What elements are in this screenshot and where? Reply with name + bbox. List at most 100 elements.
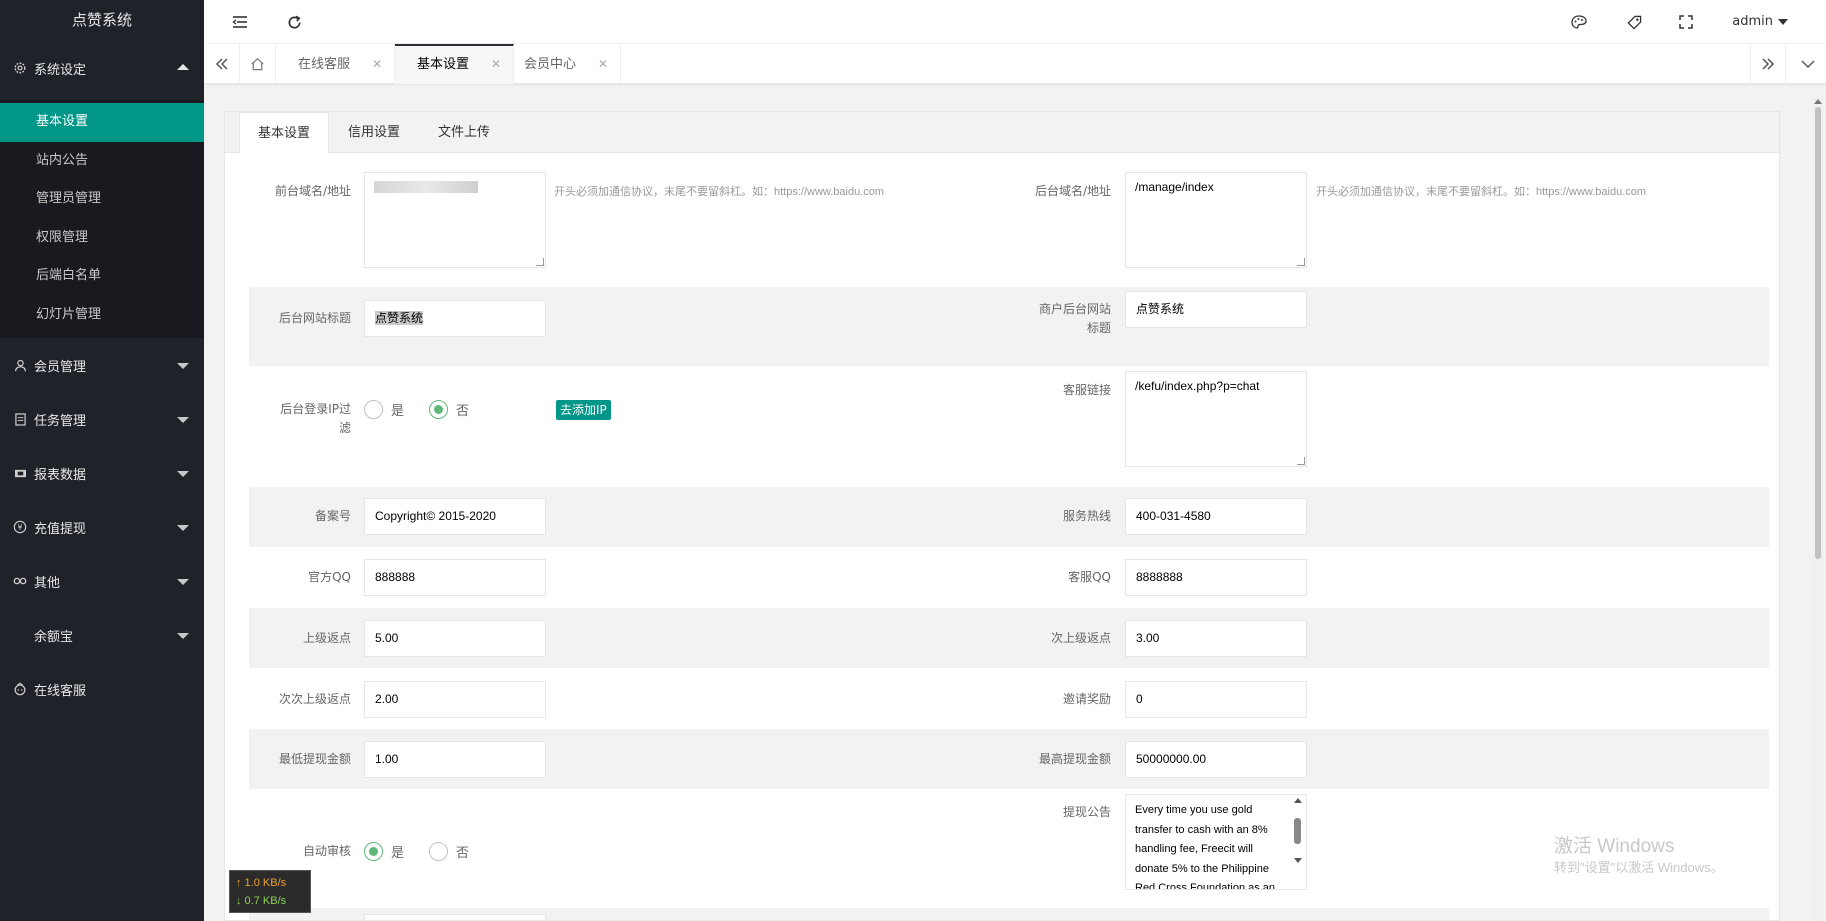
resize-grip-icon (1297, 258, 1305, 266)
kefu-qq-value: 8888888 (1136, 570, 1183, 584)
fullscreen-icon[interactable] (1666, 0, 1706, 44)
form-row-icp: 备案号 Copyright© 2015-2020 服务热线 400-031-45… (249, 487, 1769, 547)
sidebar-item-whitelist[interactable]: 后端白名单 (0, 257, 204, 296)
front-domain-field[interactable] (364, 172, 546, 268)
user-icon (12, 357, 28, 373)
tab-basic-settings[interactable]: 基本设置 ✕ (395, 44, 515, 84)
sidebar-group-yuebao[interactable]: 余额宝 (0, 608, 204, 662)
chevron-down-icon (177, 471, 189, 477)
sidebar-item-announcements[interactable]: 站内公告 (0, 142, 204, 181)
sidebar-group-members[interactable]: 会员管理 (0, 338, 204, 392)
sidebar-group-reports[interactable]: 报表数据 (0, 446, 204, 500)
merchant-site-title-label: 商户后台网站 标题 (1011, 300, 1111, 338)
form-row-auto-review: 自动审核 是 否 提现公告 Every time you use gold tr… (249, 789, 1769, 903)
blurred-value (374, 181, 478, 193)
invite-reward-value: 0 (1136, 692, 1143, 706)
sidebar-item-admin-management[interactable]: 管理员管理 (0, 180, 204, 219)
ip-filter-no-radio[interactable]: 否 (429, 400, 469, 419)
rebate-1-input[interactable]: 5.00 (364, 620, 546, 657)
rebate-2-input[interactable]: 3.00 (1125, 620, 1307, 657)
refresh-icon[interactable] (274, 0, 314, 44)
tabs-scroll-right-icon[interactable] (1750, 44, 1786, 84)
radio-label: 否 (456, 846, 470, 861)
tab-label: 会员中心 (524, 57, 577, 72)
close-icon[interactable]: ✕ (372, 57, 382, 71)
resize-grip-icon (1297, 457, 1305, 465)
sidebar-group-online-service[interactable]: 在线客服 (0, 662, 204, 716)
sidebar-toggle-icon[interactable] (220, 0, 260, 44)
sidebar-group-label: 其他 (34, 575, 61, 591)
radio-circle (429, 400, 448, 419)
form-tab-upload[interactable]: 文件上传 (419, 112, 509, 153)
scroll-down-icon[interactable] (1294, 858, 1302, 863)
form-tab-basic[interactable]: 基本设置 (239, 112, 329, 154)
sidebar-item-permissions[interactable]: 权限管理 (0, 219, 204, 258)
scroll-up-icon[interactable] (1814, 99, 1822, 104)
tab-label: 在线客服 (298, 57, 351, 72)
rebate-3-label: 次次上级返点 (278, 692, 351, 706)
front-domain-label: 前台域名/地址 (274, 184, 351, 198)
tab-online-service[interactable]: 在线客服 ✕ (276, 44, 396, 84)
close-icon[interactable]: ✕ (598, 57, 608, 71)
sidebar-item-slides[interactable]: 幻灯片管理 (0, 296, 204, 335)
tag-icon[interactable] (1614, 0, 1654, 44)
svg-text:¥: ¥ (17, 523, 22, 532)
windows-activation-watermark: 激活 Windows 转到"设置"以激活 Windows。 (1554, 836, 1724, 878)
sidebar-item-basic-settings[interactable]: 基本设置 (0, 103, 204, 142)
scroll-thumb[interactable] (1294, 818, 1301, 844)
user-menu[interactable]: admin (1732, 0, 1788, 44)
radio-label: 是 (391, 846, 405, 861)
top-header: admin (204, 0, 1826, 44)
chevron-up-icon (177, 64, 189, 70)
service-hotline-label: 服务热线 (1062, 509, 1111, 523)
sidebar-group-other[interactable]: 其他 (0, 554, 204, 608)
scroll-up-icon[interactable] (1294, 798, 1302, 803)
admin-domain-value: /manage/index (1135, 180, 1214, 194)
service-hotline-input[interactable]: 400-031-4580 (1125, 498, 1307, 535)
kefu-qq-input[interactable]: 8888888 (1125, 559, 1307, 596)
rebate-3-input[interactable]: 2.00 (364, 681, 546, 718)
front-domain-hint: 开头必须加通信协议，末尾不要留斜杠。如：https://www.baidu.co… (554, 186, 885, 198)
report-icon (12, 465, 28, 481)
sidebar-group-label: 在线客服 (34, 683, 87, 699)
icp-label: 备案号 (314, 509, 351, 523)
official-qq-input[interactable]: 888888 (364, 559, 546, 596)
auto-review-yes-radio[interactable]: 是 (364, 842, 404, 861)
rebate-2-value: 3.00 (1136, 631, 1160, 645)
yen-icon: ¥ (12, 519, 28, 535)
home-icon[interactable] (240, 44, 276, 84)
next-input[interactable] (364, 914, 546, 920)
auto-review-no-radio[interactable]: 否 (429, 842, 469, 861)
admin-site-title-label: 后台网站标题 (278, 311, 351, 325)
sidebar-group-label: 系统设定 (34, 62, 87, 78)
tabs-scroll-left-icon[interactable] (204, 44, 240, 84)
max-withdraw-input[interactable]: 50000000.00 (1125, 741, 1307, 778)
admin-site-title-input[interactable]: 点赞系统 (364, 300, 546, 337)
page-scrollbar[interactable] (1813, 98, 1823, 921)
theme-icon[interactable] (1559, 0, 1599, 44)
merchant-site-title-input[interactable]: 点赞系统 (1125, 291, 1307, 328)
sidebar-group-recharge-withdraw[interactable]: ¥ 充值提现 (0, 500, 204, 554)
withdraw-notice-label: 提现公告 (1062, 805, 1111, 819)
caret-down-icon (1778, 18, 1788, 25)
official-qq-label: 官方QQ (308, 570, 351, 584)
tab-member-center[interactable]: 会员中心 ✕ (502, 44, 622, 84)
min-withdraw-input[interactable]: 1.00 (364, 741, 546, 778)
sidebar: 点赞系统 系统设定 基本设置 站内公告 管理员管理 权限管理 后端白名单 幻灯片… (0, 0, 204, 921)
form-tab-credit[interactable]: 信用设置 (329, 112, 419, 153)
tabs-menu-chevron-down-icon[interactable] (1790, 44, 1826, 84)
textarea-scrollbar[interactable] (1293, 798, 1303, 886)
official-qq-value: 888888 (375, 570, 416, 584)
icp-input[interactable]: Copyright© 2015-2020 (364, 498, 546, 535)
tab-label: 基本设置 (417, 57, 470, 72)
scroll-thumb[interactable] (1815, 107, 1821, 559)
kefu-link-field[interactable]: /kefu/index.php?p=chat (1125, 371, 1307, 467)
invite-reward-input[interactable]: 0 (1125, 681, 1307, 718)
sidebar-group-system-settings[interactable]: 系统设定 (0, 41, 204, 95)
sidebar-group-tasks[interactable]: 任务管理 (0, 392, 204, 446)
add-ip-button[interactable]: 去添加IP (556, 400, 611, 420)
admin-domain-field[interactable]: /manage/index (1125, 172, 1307, 268)
withdraw-notice-textarea[interactable]: Every time you use gold transfer to cash… (1125, 794, 1307, 890)
ip-filter-yes-radio[interactable]: 是 (364, 400, 404, 419)
close-icon[interactable]: ✕ (491, 57, 501, 71)
